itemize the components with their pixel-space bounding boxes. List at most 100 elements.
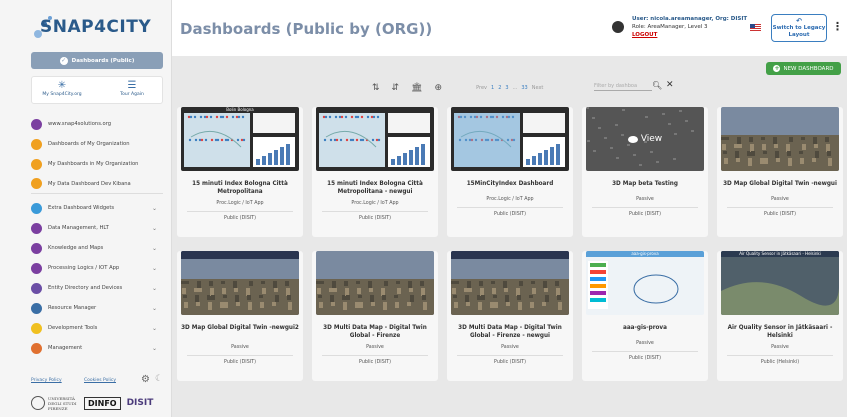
search-icon[interactable]: 🔍︎ <box>652 81 662 90</box>
brand-name[interactable]: SNAP4CITY <box>40 17 151 37</box>
thumbnail-title: aaa-gis-prova <box>631 251 659 256</box>
dashboard-card[interactable]: 3D Multi Data Map - Digital Twin Global … <box>312 251 438 381</box>
dashboard-thumbnail[interactable]: aaa-gis-prova <box>586 251 704 315</box>
unifi-seal-icon <box>31 396 45 410</box>
card-title[interactable]: Air Quality Sensor in Jätkäsaari - Helsi… <box>719 324 841 340</box>
footer-logos: UNIVERSITÀ DEGLI STUDI FIRENZE DINFO DIS… <box>31 392 163 414</box>
sidebar-item[interactable]: Entity Directory and Devices ⌄ <box>31 278 163 298</box>
menu-icon <box>31 282 42 294</box>
dashboard-thumbnail[interactable] <box>316 107 434 171</box>
tour-again-link[interactable]: ☰ Tour Again <box>107 80 157 97</box>
gear-icon[interactable]: ⚙ <box>141 374 150 385</box>
sidebar-item[interactable]: Development Tools ⌄ <box>31 318 163 338</box>
card-title[interactable]: 3D Multi Data Map - Digital Twin Global … <box>314 324 436 340</box>
kebab-menu-icon[interactable]: ⋮ <box>832 20 843 33</box>
chevron-down-icon[interactable]: ⌄ <box>152 285 157 292</box>
card-org: Public (DISIT) <box>629 212 661 217</box>
dashboard-card[interactable]: 15 minuti Index Bologna Città Metropolit… <box>312 107 438 237</box>
chevron-down-icon[interactable]: ⌄ <box>152 325 157 332</box>
sidebar-item[interactable]: Data Management, HLT ⌄ <box>31 218 163 238</box>
menu-icon <box>31 202 42 214</box>
dashboard-card[interactable]: Air Quality Sensor in Jätkäsaari - Helsi… <box>717 251 843 381</box>
pager-next[interactable]: Next <box>532 85 544 91</box>
dashboard-card[interactable]: Bolin Bologna 15 minuti Index Bologna Cit… <box>177 107 303 237</box>
dashboard-card[interactable]: 15MinCityIndex Dashboard Proc.Logic / IoT… <box>447 107 573 237</box>
disit-logo: DISIT <box>126 398 154 408</box>
chevron-down-icon[interactable]: ⌄ <box>152 205 157 212</box>
menu-icon <box>31 242 42 254</box>
dashboard-card[interactable]: aaa-gis-prova aaa-gis-prova Passive Public … <box>582 251 708 381</box>
menu-icon <box>31 222 42 234</box>
moon-icon[interactable]: ☾ <box>155 374 163 384</box>
chevron-down-icon[interactable]: ⌄ <box>152 225 157 232</box>
switch-legacy-layout-button[interactable]: ↶ Switch to Legacy Layout <box>771 14 827 42</box>
sidebar-item-label: My Dashboards in My Organization <box>48 161 139 167</box>
card-title[interactable]: 15MinCityIndex Dashboard <box>449 180 571 188</box>
sidebar-item[interactable]: Management ⌄ <box>31 338 163 358</box>
switch-legacy-label: Switch to Legacy Layout <box>772 25 826 38</box>
logout-link[interactable]: LOGOUT <box>632 31 747 39</box>
close-icon[interactable]: ✕ <box>666 80 674 90</box>
organization-icon[interactable]: 🏛 <box>411 83 422 93</box>
chevron-down-icon[interactable]: ⌄ <box>152 345 157 352</box>
dashboard-thumbnail[interactable] <box>451 107 569 171</box>
dashboard-card[interactable]: 3D Map Global Digital Twin -newgui2 Passi… <box>177 251 303 381</box>
globe-icon[interactable]: ⊕ <box>435 83 443 93</box>
dashboard-card[interactable]: View 3D Map beta Testing Passive Public (DI… <box>582 107 708 237</box>
view-overlay[interactable]: View <box>586 107 704 171</box>
dashboard-card[interactable]: 3D Multi Data Map - Digital Twin Global … <box>447 251 573 381</box>
menu-icon <box>31 178 42 189</box>
menu-icon <box>31 322 42 334</box>
new-dashboard-button[interactable]: + NEW DASHBOARD <box>766 62 841 75</box>
card-type: Proc.Logic / IoT App <box>216 201 264 206</box>
my-snap4city-link[interactable]: ✳ My Snap4City.org <box>37 80 87 97</box>
card-title[interactable]: 3D Map Global Digital Twin -newgui <box>719 180 841 188</box>
unifi-logo: UNIVERSITÀ DEGLI STUDI FIRENZE <box>31 396 78 411</box>
privacy-policy-link[interactable]: Privacy Policy <box>31 378 62 383</box>
main-content: + NEW DASHBOARD ⇅ ⇵ 🏛 ⊕ Prev 1 2 3 ... 3… <box>172 56 847 417</box>
card-divider <box>592 207 698 208</box>
sidebar-item[interactable]: Extra Dashboard Widgets ⌄ <box>31 198 163 218</box>
pager-prev[interactable]: Prev <box>476 85 487 91</box>
card-title[interactable]: 15 minuti Index Bologna Città Metropolit… <box>179 180 301 196</box>
thumbnail-title: Air Quality Sensor in Jätkäsaari - Helsi… <box>739 251 821 256</box>
card-title[interactable]: 15 minuti Index Bologna Città Metropolit… <box>314 180 436 196</box>
sidebar-item[interactable]: Dashboards of My Organization <box>31 134 163 154</box>
chevron-down-icon[interactable]: ⌄ <box>152 305 157 312</box>
dashboard-card[interactable]: 3D Map Global Digital Twin -newgui Passiv… <box>717 107 843 237</box>
card-title[interactable]: 3D Map beta Testing <box>584 180 706 188</box>
dashboard-thumbnail[interactable] <box>451 251 569 315</box>
dashboard-thumbnail[interactable]: View <box>586 107 704 171</box>
dashboard-thumbnail[interactable] <box>316 251 434 315</box>
card-title[interactable]: 3D Multi Data Map - Digital Twin Global … <box>449 324 571 340</box>
chevron-down-icon[interactable]: ⌄ <box>152 245 157 252</box>
pager-page-1[interactable]: 1 <box>491 85 494 91</box>
dashboard-thumbnail[interactable]: Bolin Bologna <box>181 107 299 171</box>
card-type: Passive <box>636 197 654 202</box>
cookies-policy-link[interactable]: Cookies Policy <box>84 378 116 383</box>
card-title[interactable]: 3D Map Global Digital Twin -newgui2 <box>179 324 301 332</box>
pager-page-3[interactable]: 3 <box>505 85 508 91</box>
sidebar-item[interactable]: My Dashboards in My Organization <box>31 154 163 174</box>
sidebar-item[interactable]: My Data Dashboard Dev Kibana <box>31 174 163 194</box>
view-label: View <box>640 134 663 144</box>
sidebar-item[interactable]: Knowledge and Maps ⌄ <box>31 238 163 258</box>
sidebar-item[interactable]: Processing Logics / IOT App ⌄ <box>31 258 163 278</box>
sidebar-item[interactable]: Resource Manager ⌄ <box>31 298 163 318</box>
filter-input[interactable]: Filter by dashboa <box>594 83 652 91</box>
pager-page-33[interactable]: 33 <box>521 85 527 91</box>
card-divider <box>187 355 293 356</box>
page-title: Dashboards (Public by (ORG)) <box>180 20 433 38</box>
pager-page-2[interactable]: 2 <box>498 85 501 91</box>
dashboard-thumbnail[interactable] <box>181 251 299 315</box>
sidebar-item[interactable]: www.snap4solutions.org <box>31 114 163 134</box>
dashboard-thumbnail[interactable] <box>721 107 839 171</box>
card-title[interactable]: aaa-gis-prova <box>584 324 706 332</box>
dashboard-thumbnail[interactable]: Air Quality Sensor in Jätkäsaari - Helsi… <box>721 251 839 315</box>
user-icon[interactable] <box>612 21 624 33</box>
dashboards-public-button[interactable]: ✓ Dashboards (Public) <box>31 52 163 69</box>
us-flag-icon[interactable] <box>750 24 761 31</box>
sort-desc-icon[interactable]: ⇵ <box>392 83 400 93</box>
sort-asc-icon[interactable]: ⇅ <box>372 83 380 93</box>
chevron-down-icon[interactable]: ⌄ <box>152 265 157 272</box>
